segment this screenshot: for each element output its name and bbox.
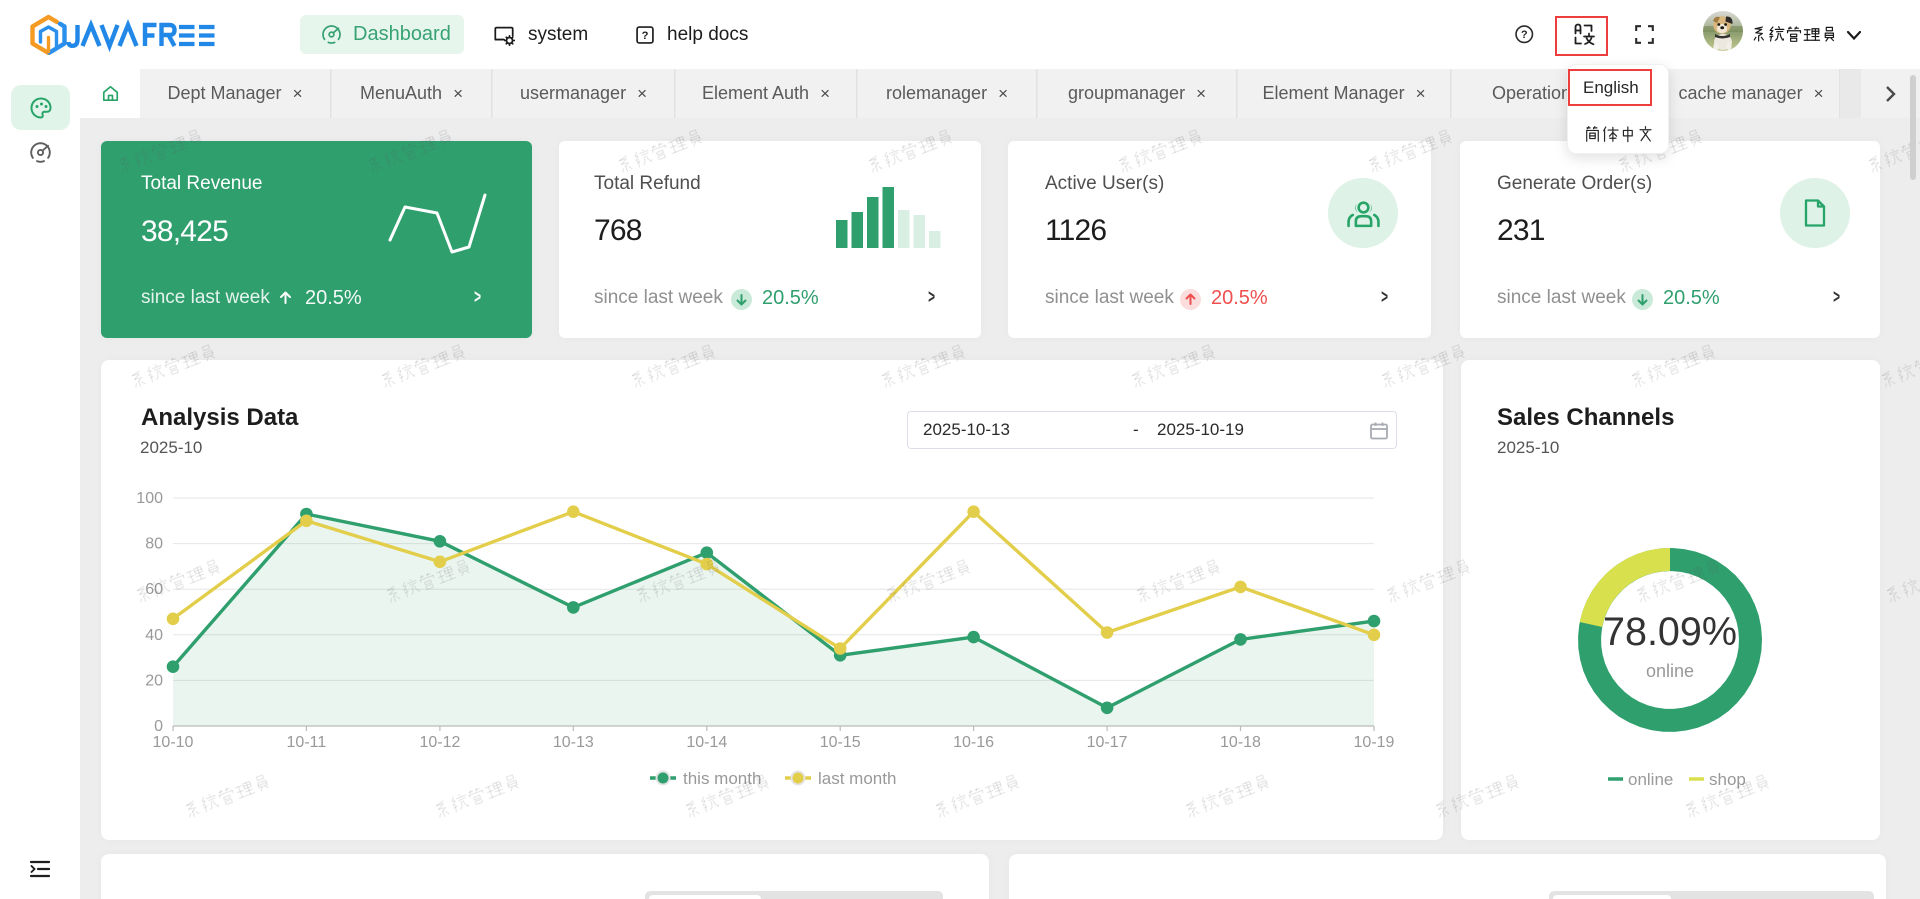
svg-text:shop: shop — [1709, 770, 1746, 789]
svg-text:last month: last month — [818, 769, 896, 788]
svg-text:78.09%: 78.09% — [1603, 610, 1737, 654]
svg-text:10-18: 10-18 — [1220, 734, 1261, 751]
svg-text:10-11: 10-11 — [287, 734, 327, 751]
svg-text:?: ? — [1521, 29, 1528, 41]
svg-text:online: online — [1646, 661, 1694, 681]
svg-text:40: 40 — [145, 627, 163, 644]
svg-text:?: ? — [642, 30, 649, 42]
svg-text:20: 20 — [145, 672, 163, 689]
svg-text:10-12: 10-12 — [419, 734, 460, 751]
svg-text:80: 80 — [145, 536, 163, 553]
svg-text:10-15: 10-15 — [820, 734, 861, 751]
svg-text:this month: this month — [683, 769, 761, 788]
svg-text:10-13: 10-13 — [553, 734, 594, 751]
svg-text:100: 100 — [136, 490, 163, 507]
svg-text:online: online — [1628, 770, 1673, 789]
svg-text:0: 0 — [154, 718, 163, 735]
svg-text:10-14: 10-14 — [686, 734, 727, 751]
svg-text:10-17: 10-17 — [1087, 734, 1128, 751]
svg-text:10-16: 10-16 — [953, 734, 994, 751]
svg-text:10-10: 10-10 — [153, 734, 194, 751]
svg-text:10-19: 10-19 — [1354, 734, 1395, 751]
svg-text:60: 60 — [145, 581, 163, 598]
